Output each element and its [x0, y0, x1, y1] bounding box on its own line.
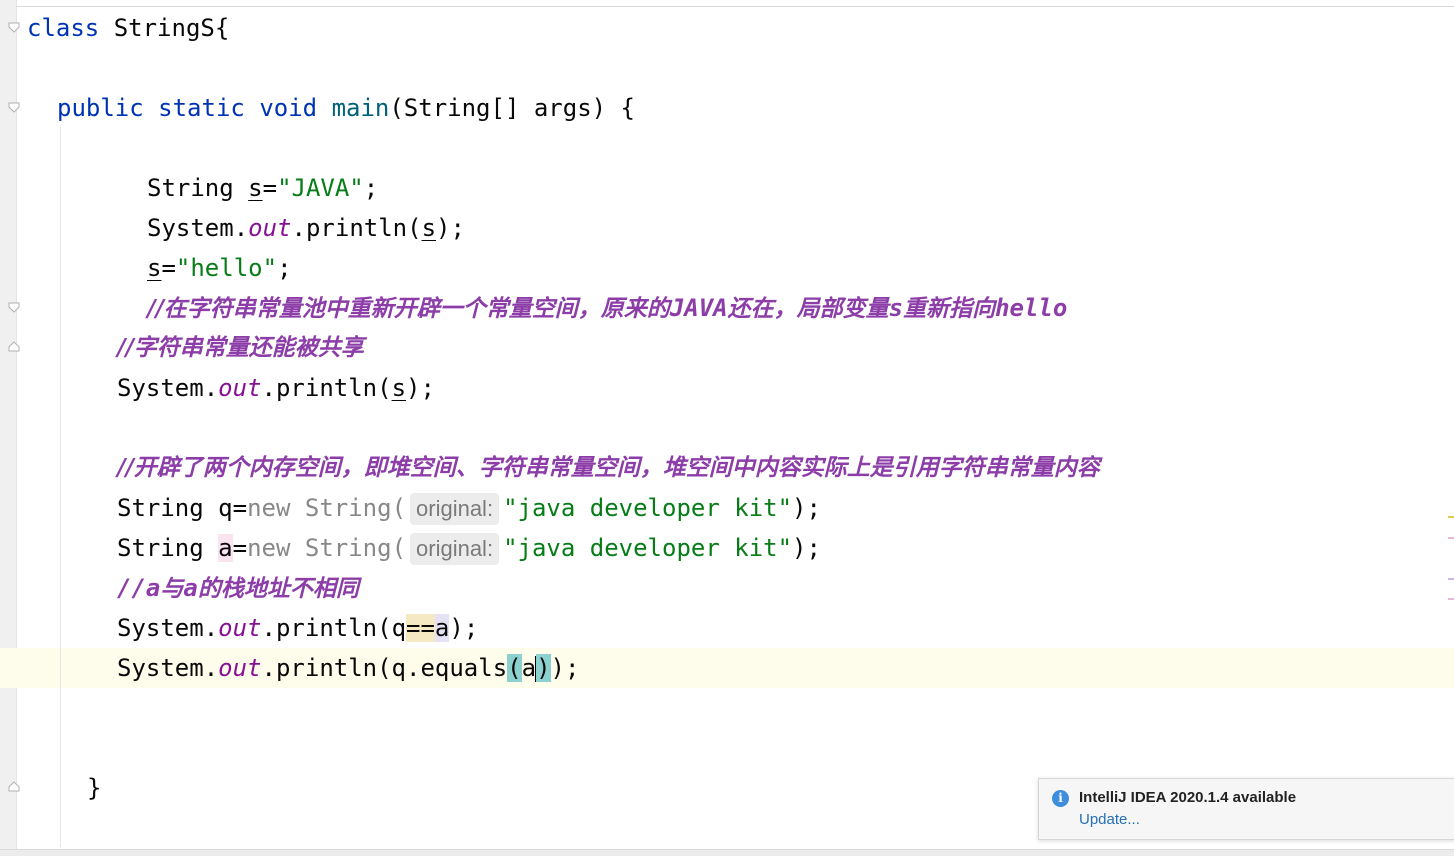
operator: =: [262, 174, 278, 202]
comment-text: 与: [160, 575, 184, 602]
code-line-new-a: String a=new String(original: "java devel…: [117, 528, 821, 568]
indent-guide: [60, 127, 61, 847]
comment-text: JAVA: [669, 294, 728, 322]
info-icon: i: [1052, 790, 1069, 807]
constructor-call: String(: [290, 494, 407, 522]
class-ref: System.: [117, 374, 219, 402]
comment-text: hello: [995, 294, 1068, 322]
static-field: out: [248, 214, 292, 242]
operator: =: [232, 494, 248, 522]
keyword: void: [259, 94, 318, 122]
error-stripe[interactable]: [1448, 0, 1454, 855]
string-literal: "java developer kit": [503, 534, 793, 562]
string-literal: "java developer kit": [503, 494, 793, 522]
punctuation: ;: [277, 254, 292, 282]
parameter-hint: original:: [410, 493, 500, 525]
comment-text: //: [117, 574, 146, 602]
comment-text: 还在，局部变量: [727, 295, 889, 322]
class-ref: System.: [147, 214, 249, 242]
punctuation: );: [406, 374, 435, 402]
update-notification[interactable]: i IntelliJ IDEA 2020.1.4 available Updat…: [1038, 778, 1454, 840]
code-line-println-1: System.out.println(s);: [147, 208, 465, 248]
comment-text: //在字符串常量池中重新开辟一个常量空间，原来的: [147, 295, 670, 322]
variable: a: [218, 534, 233, 562]
operator: ==: [406, 614, 435, 642]
code-line-new-q: String q=new String(original: "java devel…: [117, 488, 821, 528]
keyword: public: [57, 94, 144, 122]
variable: s: [147, 254, 162, 282]
info-mark[interactable]: [1448, 578, 1454, 580]
type-name: String: [147, 174, 234, 202]
method-call: .println(q.equals: [261, 654, 508, 682]
warning-mark[interactable]: [1448, 516, 1454, 518]
method-call: .println(: [261, 374, 392, 402]
info-mark[interactable]: [1448, 537, 1454, 539]
string-literal: "JAVA": [277, 174, 364, 202]
static-field: out: [218, 374, 262, 402]
code-line-main-decl: public static void main(String[] args) {: [57, 88, 635, 128]
comment-text: 的栈地址不相同: [197, 575, 359, 602]
notification-title: IntelliJ IDEA 2020.1.4 available: [1079, 789, 1297, 806]
comment-text: a: [145, 574, 161, 602]
brace-match: (: [507, 654, 522, 682]
code-line-string-s: String s="JAVA";: [147, 168, 378, 208]
code-comment-3: //开辟了两个内存空间，即堆空间、字符串常量空间，堆空间中内容实际上是引用字符串…: [117, 454, 1100, 481]
punctuation: );: [550, 654, 580, 682]
static-field: out: [218, 654, 262, 682]
type-name: String: [117, 494, 219, 522]
variable: s: [391, 374, 407, 402]
variable: a: [521, 654, 537, 682]
punctuation: ;: [363, 174, 379, 202]
fold-end-marker-icon[interactable]: [7, 340, 21, 354]
update-link[interactable]: Update...: [1079, 811, 1140, 828]
code-line-println-3: System.out.println(q==a);: [117, 608, 478, 648]
variable: q: [218, 494, 233, 522]
punctuation: );: [792, 494, 821, 522]
code-comment-4: //a与a的栈地址不相同: [117, 568, 359, 608]
class-name: StringS{: [113, 14, 230, 42]
code-line-assign: s="hello";: [147, 248, 292, 288]
variable: s: [248, 174, 263, 202]
static-field: out: [218, 614, 262, 642]
editor-top-border: [16, 6, 1454, 7]
method-call: .println(: [291, 214, 422, 242]
brace-match: ): [536, 654, 551, 682]
method-name: main: [331, 94, 390, 122]
fold-end-marker-icon[interactable]: [7, 780, 21, 794]
keyword: new: [247, 534, 291, 562]
parameter-hint: original:: [410, 533, 500, 565]
variable: q: [391, 614, 407, 642]
punctuation: );: [449, 614, 479, 642]
code-comment-2: //字符串常量还能被共享: [117, 334, 364, 361]
comment-text: a: [183, 574, 198, 602]
keyword: static: [158, 94, 245, 122]
comment-text: s: [888, 294, 904, 322]
code-line-close-brace: }: [87, 774, 102, 802]
type-name: String: [117, 534, 219, 562]
operator: =: [161, 254, 176, 282]
variable: a: [434, 614, 450, 642]
code-line-class-decl: class StringS{: [27, 8, 229, 48]
punctuation: );: [792, 534, 821, 562]
keyword: class: [27, 14, 100, 42]
class-ref: System.: [117, 614, 219, 642]
code-comment-1: //在字符串常量池中重新开辟一个常量空间，原来的JAVA还在，局部变量s重新指向…: [147, 288, 1067, 328]
fold-marker-icon[interactable]: [7, 300, 21, 314]
comment-text: 重新指向: [903, 295, 996, 322]
fold-marker-icon[interactable]: [7, 20, 21, 34]
method-call: .println(: [261, 614, 392, 642]
constructor-call: String(: [290, 534, 407, 562]
variable: s: [421, 214, 437, 242]
info-mark[interactable]: [1448, 598, 1454, 600]
editor-gutter: [0, 0, 20, 855]
keyword: new: [247, 494, 291, 522]
class-ref: System.: [117, 654, 219, 682]
punctuation: );: [436, 214, 465, 242]
code-line-println-4: System.out.println(q.equals(a));: [117, 648, 579, 688]
method-params: (String[] args) {: [389, 94, 635, 122]
operator: =: [232, 534, 248, 562]
fold-marker-icon[interactable]: [7, 100, 21, 114]
code-line-println-2: System.out.println(s);: [117, 368, 435, 408]
string-literal: "hello": [175, 254, 278, 282]
